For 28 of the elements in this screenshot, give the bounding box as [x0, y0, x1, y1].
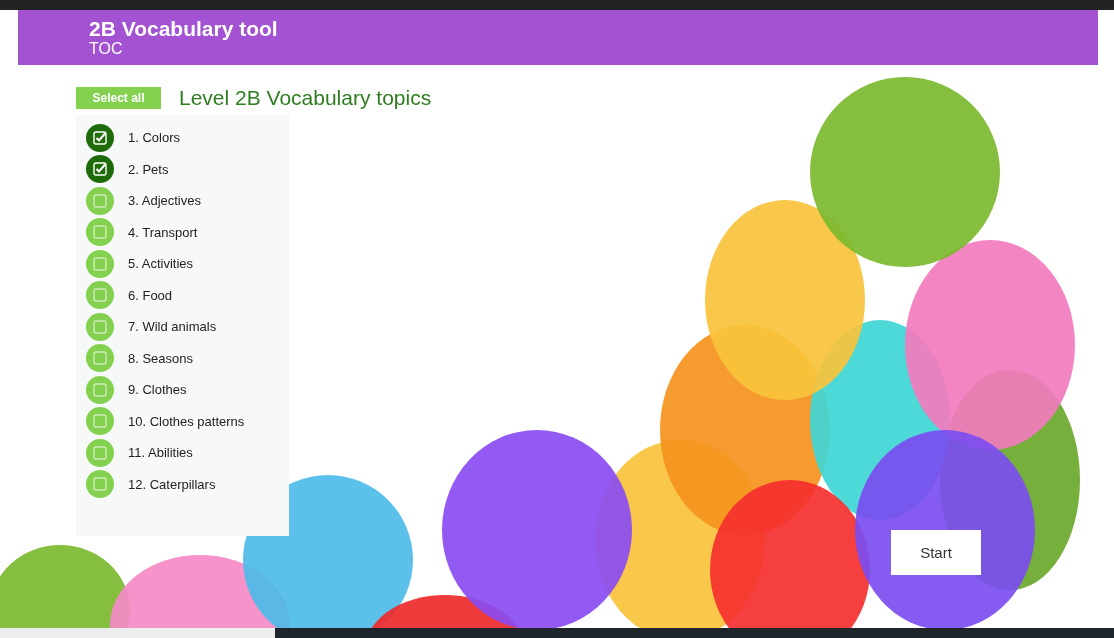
- topic-label[interactable]: 12. Caterpillars: [128, 476, 216, 492]
- app-title: 2B Vocabulary tool: [89, 17, 279, 41]
- checkbox-circle[interactable]: [86, 470, 114, 499]
- checkbox-circle[interactable]: [86, 438, 114, 467]
- start-button[interactable]: Start: [891, 530, 981, 575]
- checkbox-circle[interactable]: [86, 281, 114, 310]
- topic-label[interactable]: 10. Clothes patterns: [128, 413, 245, 429]
- topic-label[interactable]: 3. Adjectives: [128, 193, 201, 209]
- topics-heading: Level 2B Vocabulary topics: [179, 86, 432, 110]
- topic-label[interactable]: 7. Wild animals: [128, 319, 217, 335]
- checkbox-circle[interactable]: [86, 186, 114, 215]
- topic-label[interactable]: 4. Transport: [128, 224, 198, 240]
- topic-label[interactable]: 5. Activities: [128, 256, 194, 272]
- topic-label[interactable]: 11. Abilities: [128, 445, 193, 461]
- checkbox-circle[interactable]: [86, 312, 114, 341]
- checkbox-circle[interactable]: [86, 344, 114, 373]
- topic-label[interactable]: 1. Colors: [128, 130, 181, 146]
- topic-label[interactable]: 6. Food: [128, 287, 173, 303]
- checkbox-circle[interactable]: [86, 375, 114, 404]
- topic-label[interactable]: 9. Clothes: [128, 382, 187, 398]
- checkbox-circle[interactable]: [86, 249, 114, 278]
- checkbox-circle[interactable]: [86, 123, 114, 152]
- checkbox-circle[interactable]: [86, 218, 114, 247]
- topic-label[interactable]: 2. Pets: [128, 161, 169, 177]
- topic-label[interactable]: 8. Seasons: [128, 350, 194, 366]
- checkbox-circle[interactable]: [86, 155, 114, 184]
- page-subtitle: TOC: [89, 41, 124, 57]
- checkbox-circle[interactable]: [86, 407, 114, 436]
